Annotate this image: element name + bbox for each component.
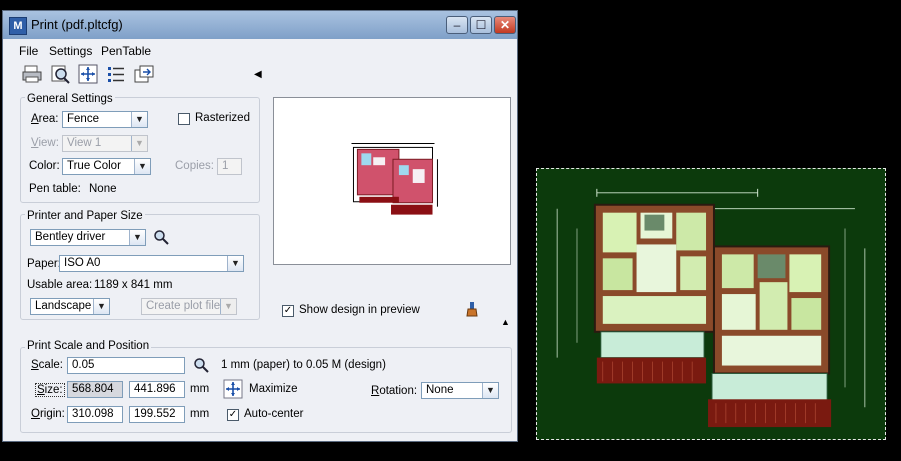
chevron-down-icon: ▼: [482, 383, 498, 398]
menu-file[interactable]: File: [19, 44, 38, 58]
area-select[interactable]: Fence ▼: [62, 111, 148, 128]
color-select[interactable]: True Color ▼: [62, 158, 151, 175]
auto-center-label: Auto-center: [244, 408, 304, 420]
paper-value: ISO A0: [64, 257, 101, 269]
color-value: True Color: [67, 160, 121, 172]
minimize-button[interactable]: –: [446, 16, 468, 34]
origin-x-field[interactable]: 310.098: [67, 406, 123, 423]
list-icon[interactable]: [105, 63, 127, 85]
printer-search-icon[interactable]: [153, 229, 169, 245]
chevron-down-icon: ▼: [131, 136, 147, 151]
chevron-down-icon: ▼: [227, 256, 243, 271]
show-design-checkbox[interactable]: ✓: [282, 305, 294, 317]
scale-description: 1 mm (paper) to 0.05 M (design): [221, 359, 386, 371]
rotation-value: None: [426, 384, 454, 396]
origin-label: Origin:: [31, 408, 65, 420]
scale-search-icon[interactable]: [193, 357, 209, 373]
expand-arrow-icon[interactable]: ▲: [501, 317, 510, 327]
rotation-label: Rotation:: [371, 385, 418, 397]
chevron-down-icon: ▼: [220, 299, 236, 314]
collapse-arrow-icon[interactable]: ◀: [254, 69, 262, 80]
menu-file-label: File: [19, 44, 39, 58]
print-dialog: M Print (pdf.pltcfg) – ☐ ✕ File Settings…: [2, 10, 518, 442]
view-value: View 1: [67, 137, 102, 149]
maximize-icon[interactable]: [223, 379, 243, 399]
printer-paper-title: Printer and Paper Size: [25, 210, 145, 222]
view-label: View:: [31, 137, 59, 149]
pentable-value: None: [89, 183, 117, 195]
paper-label: Paper:: [27, 258, 61, 270]
create-plot-file-select[interactable]: Create plot file ▼: [141, 298, 237, 315]
view-select[interactable]: View 1 ▼: [62, 135, 148, 152]
copies-field[interactable]: 1: [217, 158, 242, 175]
size-x-field[interactable]: 568.804: [67, 381, 123, 398]
chevron-down-icon: ▼: [131, 112, 147, 127]
auto-center-checkbox[interactable]: ✓: [227, 409, 239, 421]
menu-pentable-label: PenTable: [101, 44, 152, 58]
print-preview: [273, 97, 511, 265]
scale-position-title: Print Scale and Position: [25, 340, 152, 352]
area-label: Area:: [31, 113, 59, 125]
usable-area-value: 1189 x 841 mm: [94, 279, 173, 291]
pentable-label: Pen table:: [29, 183, 81, 195]
preview-icon[interactable]: [49, 63, 71, 85]
menu-pentable[interactable]: PenTable: [101, 44, 151, 58]
menu-settings[interactable]: Settings: [49, 44, 92, 58]
fit-icon[interactable]: [77, 63, 99, 85]
window-title: Print (pdf.pltcfg): [31, 17, 123, 32]
chevron-down-icon: ▼: [93, 299, 109, 314]
cad-view[interactable]: [536, 168, 886, 440]
maximize-button[interactable]: ☐: [470, 16, 492, 34]
scale-label: Scale:: [31, 359, 63, 371]
orientation-select[interactable]: Landscape ▼: [30, 298, 110, 315]
usable-area-label: Usable area:: [27, 279, 93, 291]
menu-settings-label: Settings: [49, 44, 93, 58]
rasterized-checkbox[interactable]: [178, 113, 190, 125]
size-y-field[interactable]: 441.896: [129, 381, 185, 398]
paper-select[interactable]: ISO A0 ▼: [59, 255, 244, 272]
maximize-label: Maximize: [249, 383, 298, 395]
floor-plan-drawing: [556, 188, 866, 428]
printer-icon[interactable]: [21, 63, 43, 85]
orientation-value: Landscape: [35, 300, 92, 312]
printer-driver-select[interactable]: Bentley driver ▼: [30, 229, 146, 246]
export-icon[interactable]: [133, 63, 155, 85]
preview-drawing: [351, 142, 438, 215]
copies-label: Copies:: [175, 160, 214, 172]
rotation-select[interactable]: None ▼: [421, 382, 499, 399]
title-bar[interactable]: M Print (pdf.pltcfg) – ☐ ✕: [3, 11, 517, 39]
rasterized-label: Rasterized: [195, 112, 250, 124]
origin-y-field[interactable]: 199.552: [129, 406, 185, 423]
chevron-down-icon: ▼: [134, 159, 150, 174]
printer-driver-value: Bentley driver: [35, 231, 106, 243]
size-unit: mm: [190, 383, 210, 395]
scale-field[interactable]: 0.05: [67, 357, 185, 374]
menu-bar: File Settings PenTable: [3, 41, 517, 59]
close-button[interactable]: ✕: [494, 16, 516, 34]
size-label: Size:: [35, 383, 65, 397]
show-design-label: Show design in preview: [299, 304, 420, 316]
create-plot-file-value: Create plot file: [146, 300, 221, 312]
app-icon: M: [9, 17, 27, 35]
chevron-down-icon: ▼: [129, 230, 145, 245]
origin-unit: mm: [190, 408, 210, 420]
area-value: Fence: [67, 113, 99, 125]
general-settings-title: General Settings: [25, 93, 115, 105]
brush-icon[interactable]: [465, 301, 479, 317]
color-label: Color:: [29, 160, 60, 172]
